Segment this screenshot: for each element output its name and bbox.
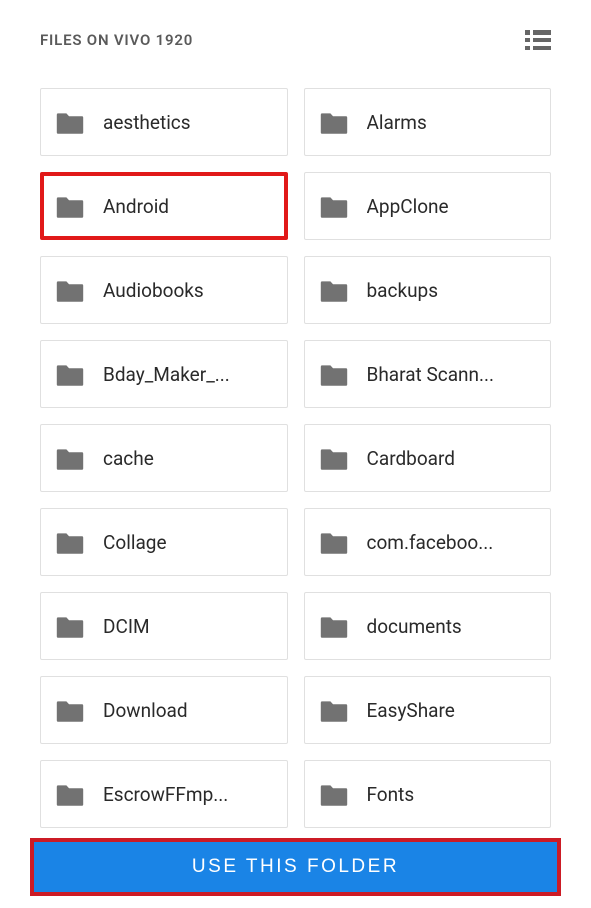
folder-grid: aesthetics Alarms Android AppClone Audiobook… [0, 62, 591, 848]
page-title: FILES ON VIVO 1920 [40, 31, 193, 49]
folder-item[interactable]: com.faceboo... [304, 508, 552, 576]
folder-item[interactable]: documents [304, 592, 552, 660]
header: FILES ON VIVO 1920 [0, 0, 591, 62]
folder-label: AppClone [367, 195, 449, 218]
folder-item[interactable]: Cardboard [304, 424, 552, 492]
folder-item[interactable]: Collage [40, 508, 288, 576]
folder-icon [319, 363, 349, 387]
folder-label: EasyShare [367, 699, 455, 722]
folder-item[interactable]: Android [40, 172, 288, 240]
folder-icon [55, 615, 85, 639]
folder-label: DCIM [103, 615, 150, 638]
folder-icon [319, 111, 349, 135]
folder-label: Cardboard [367, 447, 456, 470]
folder-item[interactable]: cache [40, 424, 288, 492]
folder-item[interactable]: backups [304, 256, 552, 324]
folder-icon [55, 363, 85, 387]
folder-label: Download [103, 699, 188, 722]
folder-item[interactable]: Audiobooks [40, 256, 288, 324]
folder-icon [55, 279, 85, 303]
folder-label: Fonts [367, 783, 415, 806]
folder-item[interactable]: Download [40, 676, 288, 744]
folder-item[interactable]: EscrowFFmp... [40, 760, 288, 828]
folder-label: EscrowFFmp... [103, 783, 228, 806]
folder-item[interactable]: Bday_Maker_... [40, 340, 288, 408]
folder-icon [55, 195, 85, 219]
folder-label: Audiobooks [103, 279, 204, 302]
folder-label: Android [103, 195, 169, 218]
folder-icon [55, 699, 85, 723]
folder-item[interactable]: AppClone [304, 172, 552, 240]
folder-icon [319, 195, 349, 219]
folder-label: documents [367, 615, 462, 638]
folder-label: com.faceboo... [367, 531, 494, 554]
folder-label: aesthetics [103, 111, 191, 134]
folder-icon [319, 699, 349, 723]
list-view-toggle-icon[interactable] [525, 30, 551, 50]
folder-icon [55, 531, 85, 555]
folder-icon [319, 783, 349, 807]
folder-label: cache [103, 447, 154, 470]
folder-label: backups [367, 279, 439, 302]
folder-icon [319, 615, 349, 639]
folder-icon [319, 447, 349, 471]
folder-label: Collage [103, 531, 167, 554]
folder-item[interactable]: Bharat Scann... [304, 340, 552, 408]
folder-icon [319, 531, 349, 555]
folder-icon [55, 447, 85, 471]
folder-icon [55, 111, 85, 135]
folder-item[interactable]: EasyShare [304, 676, 552, 744]
use-this-folder-button[interactable]: USE THIS FOLDER [34, 842, 557, 892]
folder-label: Bharat Scann... [367, 363, 495, 386]
folder-icon [319, 279, 349, 303]
folder-item[interactable]: Alarms [304, 88, 552, 156]
folder-item[interactable]: aesthetics [40, 88, 288, 156]
use-this-folder-wrap: USE THIS FOLDER [30, 838, 561, 896]
folder-item[interactable]: Fonts [304, 760, 552, 828]
folder-item[interactable]: DCIM [40, 592, 288, 660]
folder-icon [55, 783, 85, 807]
folder-label: Bday_Maker_... [103, 363, 230, 386]
folder-label: Alarms [367, 111, 427, 134]
